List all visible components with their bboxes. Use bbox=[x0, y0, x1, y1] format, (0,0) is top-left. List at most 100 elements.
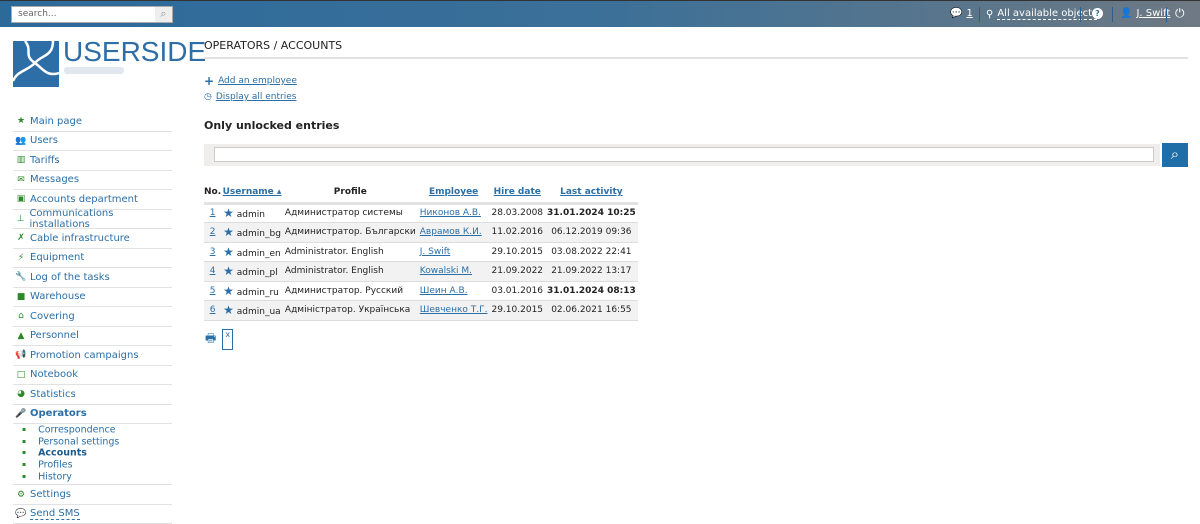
sidebar-icon: □ bbox=[16, 369, 26, 380]
sidebar-item-label: Main page bbox=[30, 115, 83, 127]
column-header[interactable]: Username ▴ bbox=[221, 183, 283, 205]
username: admin_bg bbox=[236, 229, 281, 240]
username: admin_ru bbox=[236, 287, 279, 298]
print-icon[interactable]: 🖶 bbox=[205, 329, 216, 350]
submenu-item[interactable]: Accounts bbox=[22, 447, 172, 459]
sidebar-item[interactable]: 📢 Promotion campaigns bbox=[13, 346, 172, 366]
star-icon: ★ bbox=[223, 303, 234, 318]
submenu-item[interactable]: History bbox=[22, 471, 172, 483]
row-number-link[interactable]: 6 bbox=[210, 305, 216, 315]
star-icon: ★ bbox=[223, 283, 234, 298]
submenu-item[interactable]: Personal settings bbox=[22, 436, 172, 448]
filter-input[interactable] bbox=[214, 147, 1154, 162]
sort-link[interactable]: Last activity bbox=[560, 187, 623, 197]
star-icon: ★ bbox=[223, 206, 234, 221]
last-activity: 31.01.2024 10:25 bbox=[545, 203, 638, 223]
row-number-link[interactable]: 2 bbox=[210, 227, 216, 237]
sidebar-item[interactable]: ⚙ Settings bbox=[13, 485, 172, 505]
logo-mark[interactable] bbox=[11, 40, 60, 87]
sort-link[interactable]: Employee bbox=[429, 187, 478, 197]
row-number-link[interactable]: 1 bbox=[210, 208, 216, 218]
sidebar-item-label: Promotion campaigns bbox=[30, 349, 139, 361]
add-employee-label[interactable]: Add an employee bbox=[218, 76, 297, 86]
sidebar-item-label: Notebook bbox=[30, 369, 79, 381]
employee-link[interactable]: Шевченко Т.Г. bbox=[420, 305, 488, 315]
sidebar-item-label: Send SMS bbox=[30, 508, 80, 521]
table-row: 5 ★ admin_ru Администратор. Русский Шеин… bbox=[204, 281, 638, 301]
sidebar-icon: ▥ bbox=[16, 155, 26, 166]
table-row: 4 ★ admin_pl Administrator. English Kowa… bbox=[204, 261, 638, 282]
employee-link[interactable]: Никонов А.В. bbox=[420, 208, 481, 218]
objects-label[interactable]: All available objects bbox=[997, 8, 1098, 20]
username: admin_en bbox=[236, 248, 281, 259]
profile: Администратор. Български bbox=[282, 222, 418, 243]
row-number-link[interactable]: 3 bbox=[210, 247, 216, 257]
divider bbox=[204, 57, 1188, 59]
star-icon: ★ bbox=[223, 225, 234, 240]
column-header[interactable]: Last activity bbox=[545, 183, 638, 205]
employee-link[interactable]: Аврамов К.И. bbox=[420, 227, 482, 237]
add-employee-link[interactable]: + Add an employee bbox=[204, 74, 297, 88]
sidebar-item[interactable]: ▣ Accounts department bbox=[13, 190, 172, 210]
help-label: ? bbox=[1092, 8, 1103, 19]
sidebar-item-label: Messages bbox=[30, 174, 80, 186]
submenu-item[interactable]: Correspondence bbox=[22, 424, 172, 436]
help-icon[interactable]: ? bbox=[1092, 8, 1103, 19]
clock-icon: ◷ bbox=[204, 92, 212, 102]
sidebar-item[interactable]: ⚡ Equipment bbox=[13, 249, 172, 268]
sidebar-icon: 👥 bbox=[15, 135, 27, 146]
employee-link[interactable]: J. Swift bbox=[420, 247, 451, 257]
search-input[interactable]: search... ⌕ bbox=[11, 6, 173, 23]
power-icon[interactable]: ⏻ bbox=[1175, 6, 1185, 21]
sidebar-item-label: Covering bbox=[30, 310, 75, 322]
messages-link[interactable]: 💬 1 bbox=[950, 8, 973, 19]
profile: Administrator. English bbox=[282, 242, 418, 262]
excel-export-icon[interactable]: x bbox=[222, 329, 234, 350]
sidebar: ★ Main page 👥 Users ▥ Tariffs ✉ Messages ▣ Accoun… bbox=[13, 112, 172, 524]
column-header[interactable]: Employee bbox=[417, 183, 490, 205]
sidebar-icon: ★ bbox=[16, 116, 26, 127]
column-header[interactable]: Hire date bbox=[489, 183, 546, 205]
sidebar-item[interactable]: ▲ Personnel bbox=[13, 327, 172, 346]
sidebar-item[interactable]: ⊥ Communications installations bbox=[13, 208, 172, 230]
sidebar-item-label: Cable infrastructure bbox=[30, 232, 130, 244]
last-activity: 06.12.2019 09:36 bbox=[545, 222, 638, 243]
page-title: OPERATORS / ACCOUNTS bbox=[204, 39, 343, 52]
sidebar-item[interactable]: ■ Warehouse bbox=[13, 288, 172, 307]
sidebar-item[interactable]: ⌂ Covering bbox=[13, 307, 172, 327]
employee-link[interactable]: Kowalski M. bbox=[420, 266, 472, 276]
username: admin_ua bbox=[236, 307, 281, 318]
row-number-link[interactable]: 5 bbox=[210, 286, 216, 296]
sidebar-item[interactable]: ✗ Cable infrastructure bbox=[13, 229, 172, 249]
profile: Администратор системы bbox=[282, 203, 418, 223]
sidebar-item[interactable]: □ Notebook bbox=[13, 366, 172, 385]
row-number-link[interactable]: 4 bbox=[210, 266, 216, 276]
search-button[interactable]: ⌕ bbox=[1162, 143, 1188, 167]
sidebar-item-label: Log of the tasks bbox=[30, 271, 110, 283]
username: admin bbox=[236, 210, 265, 221]
sidebar-item[interactable]: ◕ Statistics bbox=[13, 385, 172, 405]
sidebar-item-label: Warehouse bbox=[30, 291, 86, 303]
search-icon[interactable]: ⌕ bbox=[155, 7, 172, 22]
sidebar-item-label: Users bbox=[30, 135, 59, 147]
sidebar-item[interactable]: 💬 Send SMS bbox=[13, 505, 172, 524]
sidebar-item[interactable]: 👥 Users bbox=[13, 132, 172, 151]
sidebar-item-label: Statistics bbox=[30, 388, 76, 400]
employee-link[interactable]: Шеин А.В. bbox=[420, 286, 468, 296]
sidebar-item[interactable]: 🎤 Operators bbox=[13, 405, 172, 424]
sidebar-item[interactable]: 🔧 Log of the tasks bbox=[13, 268, 172, 288]
submenu-item[interactable]: Profiles bbox=[22, 459, 172, 471]
profile: Администратор. Русский bbox=[282, 281, 418, 301]
display-all-link[interactable]: ◷ Display all entries bbox=[204, 92, 296, 102]
sort-link[interactable]: Hire date bbox=[494, 187, 541, 197]
sidebar-icon: 🔧 bbox=[15, 272, 27, 283]
sidebar-item[interactable]: ✉ Messages bbox=[13, 171, 172, 190]
sidebar-item[interactable]: ▥ Tariffs bbox=[13, 151, 172, 171]
messages-count[interactable]: 1 bbox=[966, 8, 972, 19]
hire-date: 11.02.2016 bbox=[489, 222, 546, 243]
sidebar-item[interactable]: ★ Main page bbox=[13, 112, 172, 132]
user-link[interactable]: 👤 J. Swift bbox=[1120, 8, 1170, 19]
operators-submenu: CorrespondencePersonal settingsAccountsP… bbox=[13, 424, 172, 486]
sort-link[interactable]: Username ▴ bbox=[223, 187, 282, 197]
display-all-label[interactable]: Display all entries bbox=[216, 92, 297, 102]
